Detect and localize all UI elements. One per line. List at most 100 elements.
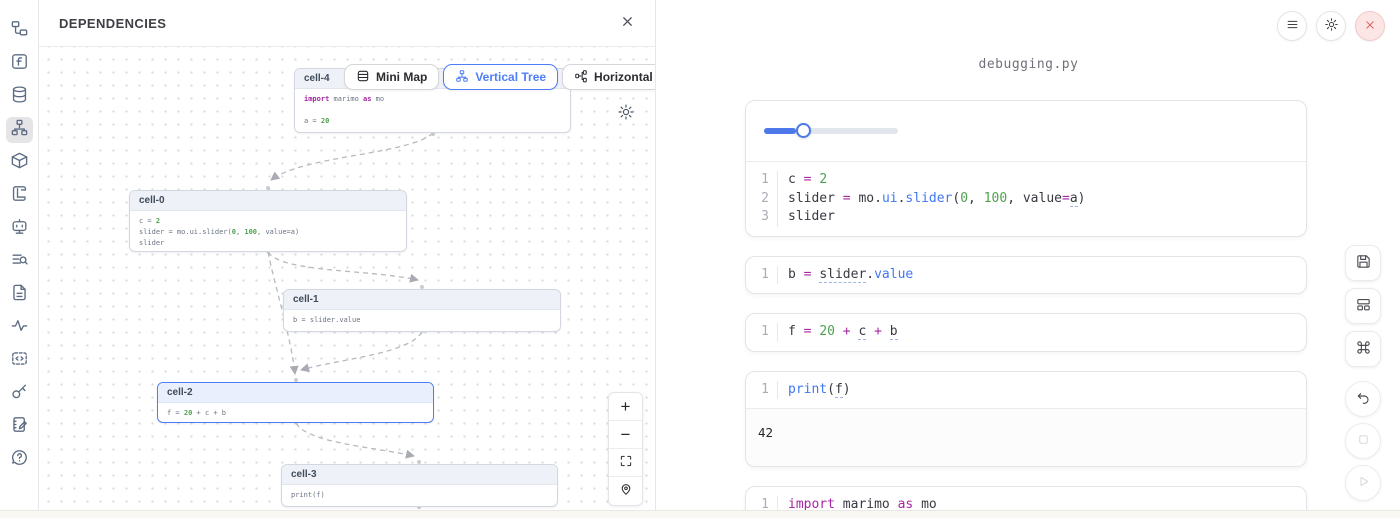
undo-button[interactable] xyxy=(1345,381,1381,417)
sidebar-item-packages[interactable] xyxy=(6,150,33,176)
node-title: cell-3 xyxy=(282,465,557,485)
graph-settings-button[interactable] xyxy=(617,103,635,124)
fit-view-icon xyxy=(619,453,633,473)
fit-view-button[interactable] xyxy=(609,449,642,477)
package-icon xyxy=(10,151,29,175)
mini-map-button[interactable]: Mini Map xyxy=(344,64,439,90)
vertical-tree-button[interactable]: Vertical Tree xyxy=(443,64,558,90)
notebook-filename: debugging.py xyxy=(657,57,1400,72)
graph-node-cell-2-selected[interactable]: cell-2 f = 20 + c + b xyxy=(157,382,434,423)
menu-button[interactable] xyxy=(1277,11,1307,41)
cell-print[interactable]: 1print(f) 42 xyxy=(745,371,1307,468)
slider-fill xyxy=(764,128,796,134)
bottom-strip xyxy=(0,510,1400,518)
help-icon xyxy=(10,448,29,472)
sidebar-item-snippets[interactable] xyxy=(6,348,33,374)
sidebar-item-help[interactable] xyxy=(6,447,33,473)
icon-sidebar xyxy=(0,0,39,510)
node-code: b = slider.value xyxy=(284,310,560,331)
code-editor[interactable]: 1b = slider.value xyxy=(746,257,1306,294)
gear-icon xyxy=(1324,17,1339,35)
sidebar-item-variables[interactable] xyxy=(6,51,33,77)
menu-icon xyxy=(1285,17,1300,35)
file-tree-icon xyxy=(10,19,29,43)
database-icon xyxy=(10,85,29,109)
graph-view-toolbar: Mini Map Vertical Tree Horizontal Tree xyxy=(344,64,655,90)
zoom-out-button[interactable]: − xyxy=(609,421,642,449)
center-selection-button[interactable] xyxy=(609,477,642,505)
close-panel-button[interactable] xyxy=(620,14,635,32)
save-button[interactable] xyxy=(1345,245,1381,281)
cell-import[interactable]: 1import marimo as mo2 xyxy=(745,486,1307,510)
layout-button[interactable] xyxy=(1345,288,1381,324)
sidebar-item-secrets[interactable] xyxy=(6,381,33,407)
chat-icon xyxy=(10,217,29,241)
plus-icon: + xyxy=(621,397,631,417)
node-title: cell-0 xyxy=(130,191,406,211)
horizontal-tree-button[interactable]: Horizontal Tree xyxy=(562,64,655,90)
cell-output: 42 xyxy=(746,408,1306,466)
notebook-panel: debugging.py 1c = 22slider = mo.ui.slide… xyxy=(657,0,1400,510)
vertical-tree-icon xyxy=(455,69,469,86)
slider-thumb[interactable] xyxy=(796,123,811,138)
dependency-graph-icon xyxy=(10,118,29,142)
sidebar-item-activity[interactable] xyxy=(6,315,33,341)
run-button[interactable] xyxy=(1345,465,1381,501)
node-code: f = 20 + c + b xyxy=(158,403,433,423)
mini-map-label: Mini Map xyxy=(376,70,427,84)
code-editor[interactable]: 1print(f) xyxy=(746,372,1306,409)
graph-zoom-controls: + − xyxy=(608,392,643,506)
keyboard-shortcuts-button[interactable] xyxy=(1345,331,1381,367)
dependencies-title: DEPENDENCIES xyxy=(59,16,166,31)
sidebar-item-documentation[interactable] xyxy=(6,282,33,308)
sidebar-item-scratchpad[interactable] xyxy=(6,414,33,440)
notebook-cells: 1c = 22slider = mo.ui.slider(0, 100, val… xyxy=(745,100,1307,510)
sidebar-item-datasources[interactable] xyxy=(6,84,33,110)
code-cell-icon xyxy=(10,349,29,373)
stop-button[interactable] xyxy=(1345,423,1381,459)
notebook-top-actions xyxy=(1277,11,1385,41)
settings-button[interactable] xyxy=(1316,11,1346,41)
node-title: cell-2 xyxy=(158,383,433,403)
code-editor[interactable]: 1c = 22slider = mo.ui.slider(0, 100, val… xyxy=(746,162,1306,236)
shutdown-button[interactable] xyxy=(1355,11,1385,41)
zoom-in-button[interactable]: + xyxy=(609,393,642,421)
minimap-icon xyxy=(356,69,370,86)
sidebar-item-dependencies[interactable] xyxy=(6,117,33,143)
save-icon xyxy=(1355,253,1372,273)
dependencies-panel: DEPENDENCIES xyxy=(39,0,656,510)
node-code: print(f) xyxy=(282,485,557,506)
layout-icon xyxy=(1355,296,1372,316)
undo-icon xyxy=(1355,390,1371,409)
slider-output-area xyxy=(746,101,1306,162)
sidebar-item-tracebacks[interactable] xyxy=(6,249,33,275)
gear-icon xyxy=(617,109,635,124)
code-editor[interactable]: 1f = 20 + c + b xyxy=(746,314,1306,351)
node-code: import marimo as mo a = 20 xyxy=(295,89,570,132)
slider-widget[interactable] xyxy=(764,128,898,134)
graph-node-cell-1[interactable]: cell-1 b = slider.value xyxy=(283,289,561,332)
dependency-graph-canvas[interactable]: cell-4 import marimo as mo a = 20 cell-0… xyxy=(39,47,655,510)
sidebar-item-logs[interactable] xyxy=(6,183,33,209)
function-icon xyxy=(10,52,29,76)
run-icon xyxy=(1356,474,1371,492)
cell-slider[interactable]: 1c = 22slider = mo.ui.slider(0, 100, val… xyxy=(745,100,1307,237)
sidebar-item-file-explorer[interactable] xyxy=(6,18,33,44)
sidebar-item-chat[interactable] xyxy=(6,216,33,242)
code-editor[interactable]: 1import marimo as mo2 xyxy=(746,487,1306,510)
cell-f-assignment[interactable]: 1f = 20 + c + b xyxy=(745,313,1307,352)
horizontal-tree-icon xyxy=(574,69,588,86)
dependencies-header: DEPENDENCIES xyxy=(39,0,655,47)
location-pin-icon xyxy=(619,481,633,501)
shutdown-close-icon xyxy=(1363,18,1377,35)
document-icon xyxy=(10,283,29,307)
command-icon xyxy=(1355,339,1372,359)
cell-b-assignment[interactable]: 1b = slider.value xyxy=(745,256,1307,295)
node-code: c = 2slider = mo.ui.slider(0, 100, value… xyxy=(130,211,406,252)
close-icon xyxy=(620,14,635,32)
graph-node-cell-0[interactable]: cell-0 c = 2slider = mo.ui.slider(0, 100… xyxy=(129,190,407,252)
minus-icon: − xyxy=(621,425,631,445)
scratchpad-icon xyxy=(10,415,29,439)
graph-node-cell-3[interactable]: cell-3 print(f) xyxy=(281,464,558,507)
node-title: cell-1 xyxy=(284,290,560,310)
